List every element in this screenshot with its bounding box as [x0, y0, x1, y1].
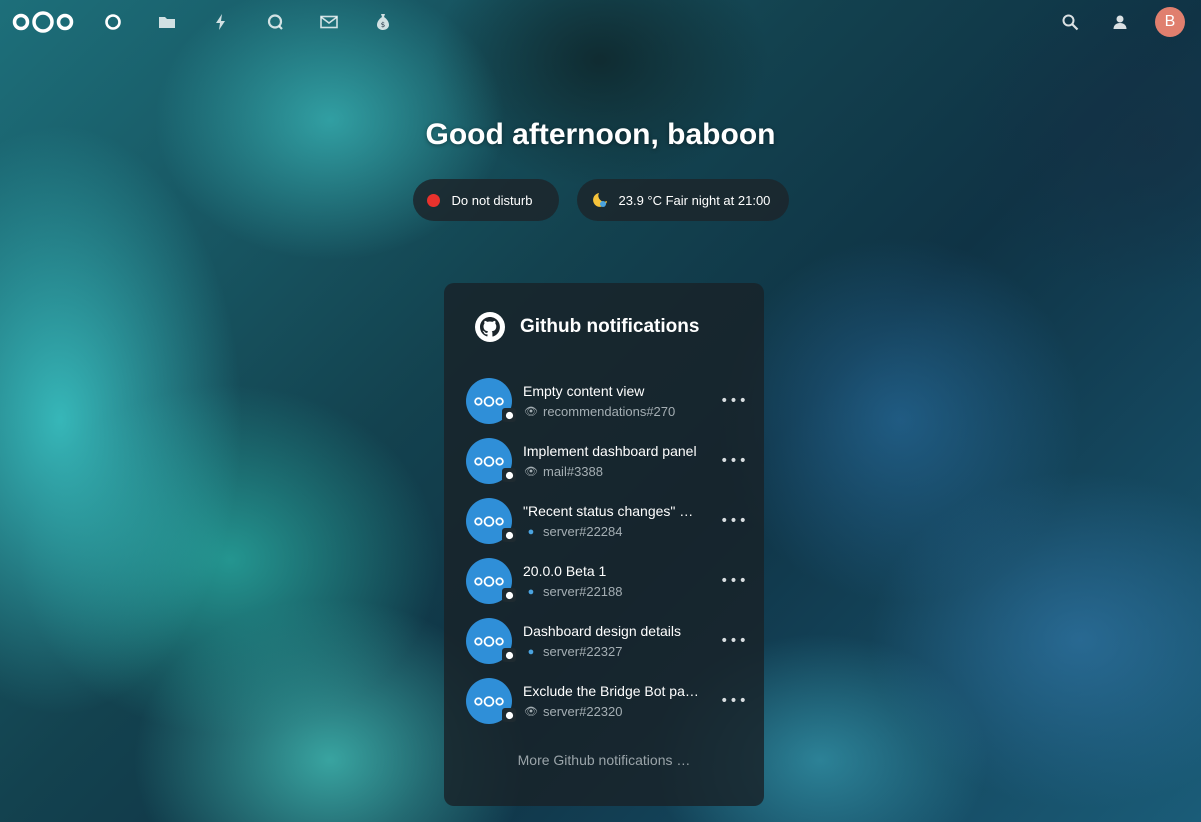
- status-button[interactable]: Do not disturb: [412, 179, 559, 221]
- notification-item[interactable]: Empty content view 👁 recommendations#270 …: [466, 373, 747, 429]
- item-subtitle: recommendations#270: [543, 404, 676, 419]
- item-subtitle: server#22327: [543, 644, 623, 659]
- item-subtitle: server#22284: [543, 524, 623, 539]
- chat-bubble-icon: ●: [527, 525, 535, 538]
- item-subtitle: server#22188: [543, 584, 623, 599]
- github-badge-icon: [502, 468, 516, 482]
- moon-weather-icon: [592, 193, 607, 207]
- dnd-status-icon: [426, 193, 440, 207]
- item-title: Exclude the Bridge Bot pa…: [523, 683, 699, 699]
- notification-item[interactable]: Implement dashboard panel 👁 mail#3388 •••: [466, 433, 747, 489]
- search-icon[interactable]: [1060, 12, 1080, 32]
- chat-bubble-icon: ●: [527, 645, 535, 658]
- mail-icon[interactable]: [319, 12, 339, 32]
- more-notifications-link[interactable]: More Github notifications …: [444, 752, 764, 768]
- github-icon: [475, 312, 505, 342]
- item-menu-button[interactable]: •••: [720, 629, 747, 653]
- item-menu-button[interactable]: •••: [720, 389, 747, 413]
- weather-label: 23.9 °C Fair night at 21:00: [618, 192, 771, 208]
- item-title: 20.0.0 Beta 1: [523, 563, 607, 579]
- item-menu-button[interactable]: •••: [720, 509, 747, 533]
- notification-item[interactable]: 20.0.0 Beta 1 ● server#22188 •••: [466, 553, 747, 609]
- item-title: Empty content view: [523, 383, 645, 399]
- files-icon[interactable]: [157, 12, 177, 32]
- nextcloud-avatar: [466, 678, 516, 724]
- panel-title: Github notifications: [520, 316, 700, 337]
- nextcloud-logo-icon[interactable]: [12, 10, 74, 34]
- nextcloud-avatar: [466, 558, 516, 604]
- money-icon[interactable]: $: [373, 12, 393, 32]
- item-menu-button[interactable]: •••: [720, 569, 747, 593]
- svg-text:$: $: [381, 21, 385, 29]
- notification-item[interactable]: Dashboard design details ● server#22327 •…: [466, 613, 747, 669]
- top-header: $ B: [0, 0, 1201, 44]
- github-badge-icon: [502, 588, 516, 602]
- nextcloud-avatar: [466, 498, 516, 544]
- notification-item[interactable]: "Recent status changes" … ● server#22284 …: [466, 493, 747, 549]
- item-title: "Recent status changes" …: [523, 503, 694, 519]
- talk-icon[interactable]: [265, 12, 285, 32]
- item-title: Dashboard design details: [523, 623, 681, 639]
- eye-icon: 👁: [524, 466, 538, 478]
- github-badge-icon: [502, 708, 516, 722]
- panel-header: Github notifications: [474, 311, 699, 343]
- activity-icon[interactable]: [211, 12, 231, 32]
- nextcloud-avatar: [466, 438, 516, 484]
- user-avatar[interactable]: B: [1155, 7, 1185, 37]
- nextcloud-avatar: [466, 618, 516, 664]
- status-row: Do not disturb 23.9 °C Fair night at 21:…: [0, 179, 1201, 221]
- nextcloud-avatar: [466, 378, 516, 424]
- greeting-title: Good afternoon, baboon: [425, 118, 776, 151]
- item-menu-button[interactable]: •••: [720, 689, 747, 713]
- github-badge-icon: [502, 648, 516, 662]
- weather-button[interactable]: 23.9 °C Fair night at 21:00: [576, 179, 789, 221]
- item-subtitle: mail#3388: [543, 464, 603, 479]
- github-badge-icon: [502, 408, 516, 422]
- dashboard-icon[interactable]: [103, 12, 123, 32]
- github-badge-icon: [502, 528, 516, 542]
- eye-icon: 👁: [524, 706, 538, 718]
- eye-icon: 👁: [524, 406, 538, 418]
- github-notifications-panel: Github notifications Empty content view …: [444, 283, 764, 806]
- notification-item[interactable]: Exclude the Bridge Bot pa… 👁 server#22320…: [466, 673, 747, 729]
- contacts-icon[interactable]: [1110, 12, 1130, 32]
- chat-bubble-icon: ●: [527, 585, 535, 598]
- status-label: Do not disturb: [451, 192, 533, 208]
- item-subtitle: server#22320: [543, 704, 623, 719]
- item-title: Implement dashboard panel: [523, 443, 697, 459]
- item-menu-button[interactable]: •••: [720, 449, 747, 473]
